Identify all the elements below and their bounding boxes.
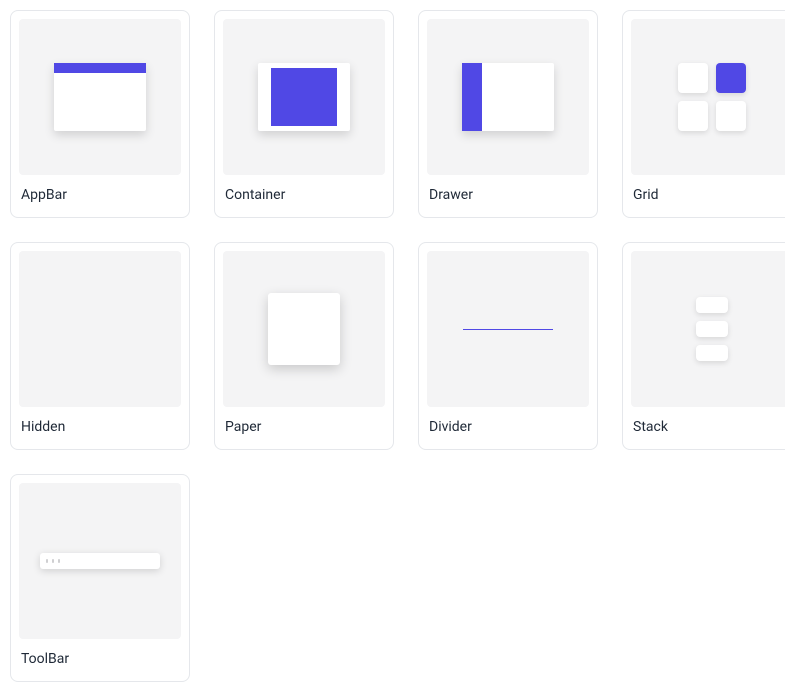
grid-cell-icon (678, 101, 708, 131)
preview-paper (223, 251, 385, 407)
component-card-toolbar[interactable]: ToolBar (10, 474, 190, 682)
preview-appbar (19, 19, 181, 175)
stack-item-icon (696, 321, 728, 337)
component-label: ToolBar (11, 639, 189, 681)
component-card-appbar[interactable]: AppBar (10, 10, 190, 218)
component-card-divider[interactable]: Divider (418, 242, 598, 450)
component-card-drawer[interactable]: Drawer (418, 10, 598, 218)
preview-hidden (19, 251, 181, 407)
component-gallery: AppBar Container Drawer Grid Hidden (10, 10, 775, 682)
preview-container (223, 19, 385, 175)
component-card-hidden[interactable]: Hidden (10, 242, 190, 450)
component-label: AppBar (11, 175, 189, 217)
component-label: Divider (419, 407, 597, 449)
drawer-icon (462, 63, 554, 131)
toolbar-line-icon (46, 559, 48, 563)
container-icon (258, 63, 350, 131)
grid-cell-icon (678, 63, 708, 93)
component-card-stack[interactable]: Stack (622, 242, 785, 450)
grid-cell-icon (716, 101, 746, 131)
paper-icon (268, 293, 340, 365)
preview-grid (631, 19, 785, 175)
component-label: Grid (623, 175, 785, 217)
divider-icon (463, 329, 553, 330)
component-label: Hidden (11, 407, 189, 449)
toolbar-icon (40, 553, 160, 569)
stack-item-icon (696, 297, 728, 313)
grid-cell-accent-icon (716, 63, 746, 93)
preview-toolbar (19, 483, 181, 639)
preview-divider (427, 251, 589, 407)
component-card-grid[interactable]: Grid (622, 10, 785, 218)
stack-item-icon (696, 345, 728, 361)
preview-drawer (427, 19, 589, 175)
component-label: Container (215, 175, 393, 217)
toolbar-line-icon (52, 559, 54, 563)
component-label: Paper (215, 407, 393, 449)
stack-icon (696, 297, 728, 361)
toolbar-line-icon (58, 559, 60, 563)
component-card-container[interactable]: Container (214, 10, 394, 218)
component-label: Stack (623, 407, 785, 449)
preview-stack (631, 251, 785, 407)
component-label: Drawer (419, 175, 597, 217)
component-card-paper[interactable]: Paper (214, 242, 394, 450)
container-inner-icon (271, 68, 337, 126)
appbar-icon (54, 63, 146, 131)
grid-icon (678, 63, 746, 131)
